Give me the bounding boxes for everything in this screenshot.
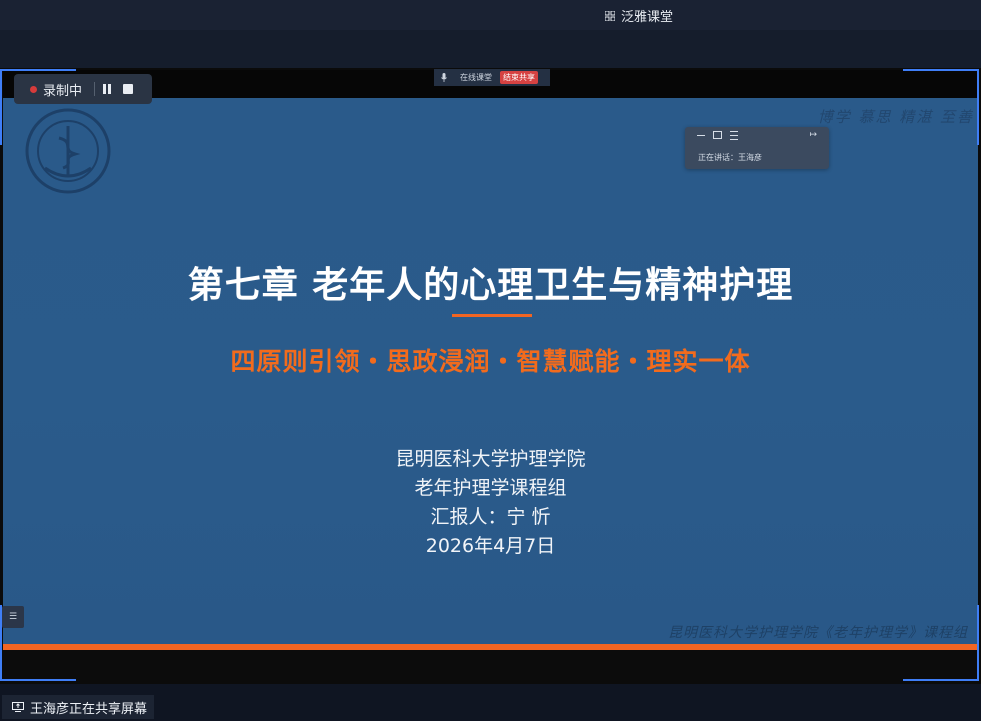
screen-share-status: 王海彦正在共享屏幕 [2,695,154,719]
share-toolbar: 在线课堂 结束共享 [434,69,550,86]
info-line-presenter: 汇报人：宁 忻 [430,506,551,528]
corner-bracket-bottom-left [0,679,76,681]
app-title: 泛雅课堂 [605,6,673,25]
side-menu-button[interactable]: ☰ [2,606,24,628]
presentation-slide: 博学 慕思 精湛 至善 第七章 老年人的心理卫生与精神护理 四原则引领・思政浸润… [3,98,978,644]
chapter-title: 第七章 老年人的心理卫生与精神护理 [187,265,794,306]
corner-bracket-top-right [903,69,979,71]
share-toolbar-label: 在线课堂 [460,73,492,82]
slide-subtitle: 四原则引领・思政浸润・智慧赋能・理实一体 [230,347,751,376]
info-line-course-group: 老年护理学课程组 [414,477,567,499]
end-share-button[interactable]: 结束共享 [500,71,538,84]
corner-bracket-top-left-v [0,69,2,145]
corner-bracket-bottom-right [903,679,979,681]
screen-share-text: 王海彦正在共享屏幕 [30,701,148,717]
app-title-text: 泛雅课堂 [621,10,674,25]
sub-bar [0,30,981,68]
menu-icon: ☰ [8,612,18,622]
title-bar: 泛雅课堂 [0,0,981,30]
minimize-icon[interactable] [697,135,705,136]
list-icon[interactable] [730,131,738,140]
recording-dot-icon [30,85,37,93]
slide-footer-text: 昆明医科大学护理学院《老年护理学》课程组 [668,625,968,641]
speaking-panel-controls [697,131,738,140]
university-seal-icon [25,108,111,194]
window-icon[interactable] [713,131,722,139]
screen-share-icon [12,702,24,712]
recording-label: 录制中 [43,83,83,99]
info-line-institution: 昆明医科大学护理学院 [395,448,586,470]
corner-bracket-bottom-right-v [977,605,979,681]
slide-bottom-strip [3,650,978,680]
title-divider [452,314,532,317]
info-line-date: 2026年4月7日 [425,535,556,557]
microphone-icon[interactable] [441,73,447,82]
recording-divider [94,82,96,96]
presenter-info: 昆明医科大学护理学院 老年护理学课程组 汇报人：宁 忻 2026年4月7日 [3,445,978,561]
top-motto: 博学 慕思 精湛 至善 [817,108,974,126]
pause-icon[interactable] [103,84,112,94]
speaking-panel: ↦ 正在讲话：王海彦 [685,127,829,169]
grid-icon [605,10,615,21]
speaking-text: 正在讲话：王海彦 [698,153,762,162]
corner-bracket-top-right-v [977,69,979,145]
recording-control: 录制中 [14,74,152,104]
corner-bracket-top-left [0,69,76,71]
stop-icon[interactable] [123,84,134,94]
exit-icon[interactable]: ↦ [809,130,817,140]
